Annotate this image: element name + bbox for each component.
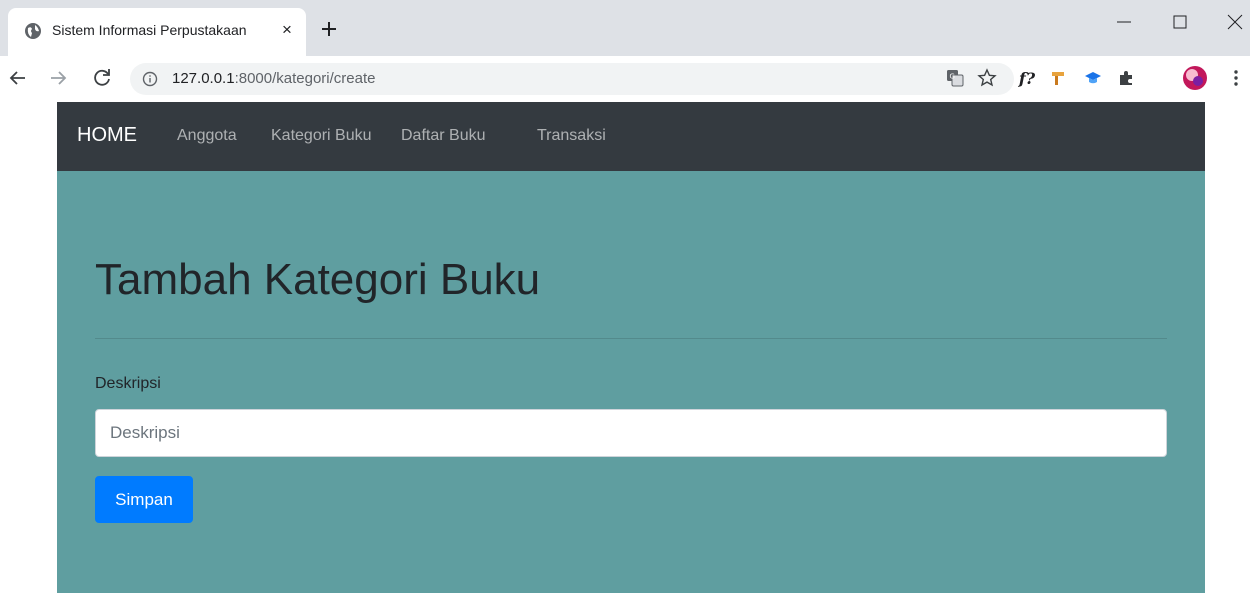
back-arrow-icon[interactable] xyxy=(6,66,30,90)
close-icon[interactable]: × xyxy=(276,19,298,41)
reload-icon[interactable] xyxy=(90,66,114,90)
nav-link-anggota[interactable]: Anggota xyxy=(177,127,237,145)
page-title: Tambah Kategori Buku xyxy=(95,255,541,304)
browser-tab[interactable]: Sistem Informasi Perpustakaan × xyxy=(8,8,306,56)
heading-divider xyxy=(95,338,1167,339)
nav-link-daftar-buku[interactable]: Daftar Buku xyxy=(401,127,485,145)
profile-avatar-icon[interactable] xyxy=(1182,65,1208,91)
more-menu-icon[interactable] xyxy=(1225,67,1247,89)
forward-arrow-icon[interactable] xyxy=(46,66,70,90)
tab-title: Sistem Informasi Perpustakaan xyxy=(52,22,247,38)
svg-text:G: G xyxy=(950,73,955,81)
url-path: :8000/kategori/create xyxy=(234,70,376,87)
browser-toolbar: 127.0.0.1:8000/kategori/create G f? xyxy=(0,56,1250,102)
deskripsi-input[interactable] xyxy=(95,409,1167,457)
minimize-icon[interactable] xyxy=(1112,10,1136,34)
navbar: HOME Anggota Kategori Buku Daftar Buku T… xyxy=(57,102,1205,171)
font-finder-icon[interactable]: f? xyxy=(1016,67,1038,89)
simpan-button[interactable]: Simpan xyxy=(95,476,193,523)
nav-link-transaksi[interactable]: Transaksi xyxy=(537,127,606,145)
extension-f-label: f? xyxy=(1018,68,1036,88)
star-icon[interactable] xyxy=(976,67,998,89)
info-icon[interactable] xyxy=(142,71,158,87)
plus-icon[interactable] xyxy=(318,18,340,40)
nav-link-kategori-buku[interactable]: Kategori Buku xyxy=(271,127,372,145)
url-host: 127.0.0.1 xyxy=(172,70,235,87)
form-container: Tambah Kategori Buku Deskripsi Simpan xyxy=(57,171,1205,593)
globe-icon xyxy=(25,23,41,39)
url-text: 127.0.0.1:8000/kategori/create xyxy=(172,70,376,87)
navbar-brand-home[interactable]: HOME xyxy=(77,124,137,147)
translate-icon[interactable]: G xyxy=(944,67,966,89)
browser-tab-strip: Sistem Informasi Perpustakaan × xyxy=(0,0,1250,56)
graduation-cap-icon[interactable] xyxy=(1082,67,1104,89)
window-close-icon[interactable] xyxy=(1223,10,1247,34)
deskripsi-label: Deskripsi xyxy=(95,375,161,392)
puzzle-icon[interactable] xyxy=(1115,67,1137,89)
hammer-icon[interactable] xyxy=(1047,67,1069,89)
address-bar[interactable]: 127.0.0.1:8000/kategori/create xyxy=(130,63,1014,95)
maximize-icon[interactable] xyxy=(1168,10,1192,34)
web-page: HOME Anggota Kategori Buku Daftar Buku T… xyxy=(0,102,1250,593)
